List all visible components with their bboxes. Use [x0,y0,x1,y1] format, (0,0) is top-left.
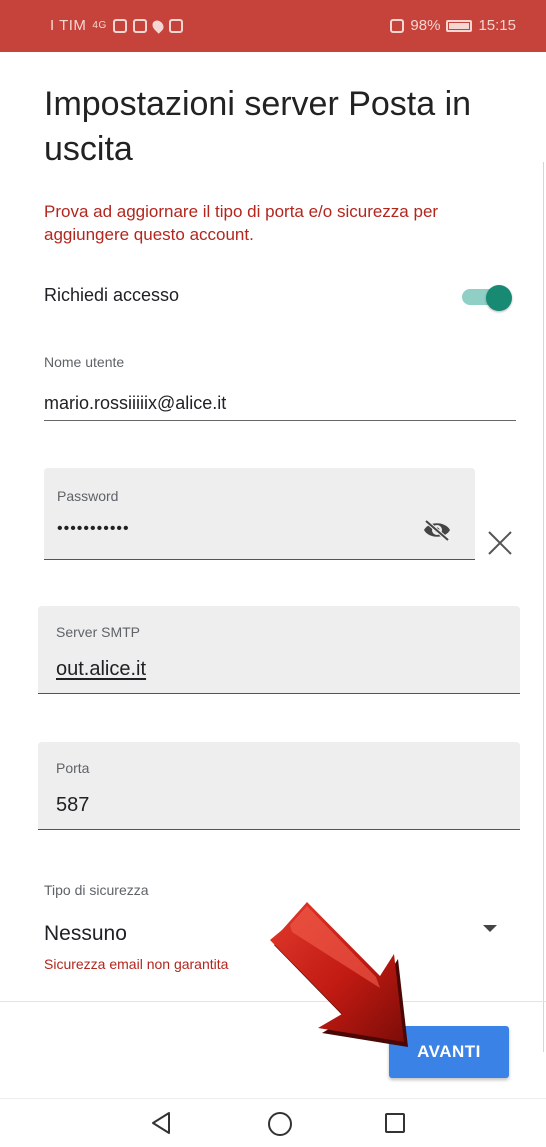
battery-percent: 98% [410,17,441,34]
recent-square-icon[interactable] [385,1113,405,1133]
page-title: Impostazioni server Posta in uscita [44,85,472,168]
require-login-toggle[interactable] [462,285,512,311]
settings-form: Impostazioni server Posta in uscita Prov… [0,52,546,1052]
security-warning: Sicurezza email non garantita [44,956,229,972]
username-field[interactable]: mario.rossiiiiix@alice.it [44,393,226,414]
error-message: Prova ad aggiornare il tipo di porta e/o… [44,202,439,244]
location-icon [149,17,166,34]
scroll-indicator [543,162,544,1052]
status-left-group: I TIM 4G [50,17,183,34]
eye-off-icon[interactable] [422,518,452,542]
password-label: Password [57,488,119,504]
security-type-select[interactable]: Nessuno [44,922,127,946]
footer-divider [0,1001,546,1002]
home-circle-icon[interactable] [268,1112,292,1136]
nfc-icon [390,18,405,33]
navigation-bar [0,1098,546,1147]
toggle-thumb [486,285,512,311]
port-field[interactable]: Porta 587 [38,742,520,830]
wifi-icon [112,18,127,33]
battery-icon [446,19,473,32]
message-icon [132,18,147,33]
port-value: 587 [56,794,90,816]
clock: 15:15 [478,17,516,34]
triangle-down-icon[interactable] [483,925,497,932]
carrier-label: I TIM [50,17,87,34]
smtp-server-label: Server SMTP [56,624,141,640]
back-triangle-icon[interactable] [150,1111,172,1135]
username-underline [44,420,516,421]
network-label: 4G [92,20,107,31]
status-bar: I TIM 4G 98% 15:15 [0,0,546,52]
smtp-server-field[interactable]: Server SMTP out.alice.it [38,606,520,694]
port-label: Porta [56,760,90,776]
close-icon[interactable] [486,529,514,557]
username-label: Nome utente [44,354,125,370]
security-type-label: Tipo di sicurezza [44,882,149,898]
next-button[interactable]: AVANTI [389,1026,509,1078]
password-field[interactable]: Password ••••••••••• [44,468,475,560]
password-value: ••••••••••• [57,520,130,537]
smtp-server-value: out.alice.it [56,658,147,680]
status-right-group: 98% 15:15 [390,17,516,34]
app-notification-icon [168,18,183,33]
require-login-label: Richiedi accesso [44,285,180,305]
